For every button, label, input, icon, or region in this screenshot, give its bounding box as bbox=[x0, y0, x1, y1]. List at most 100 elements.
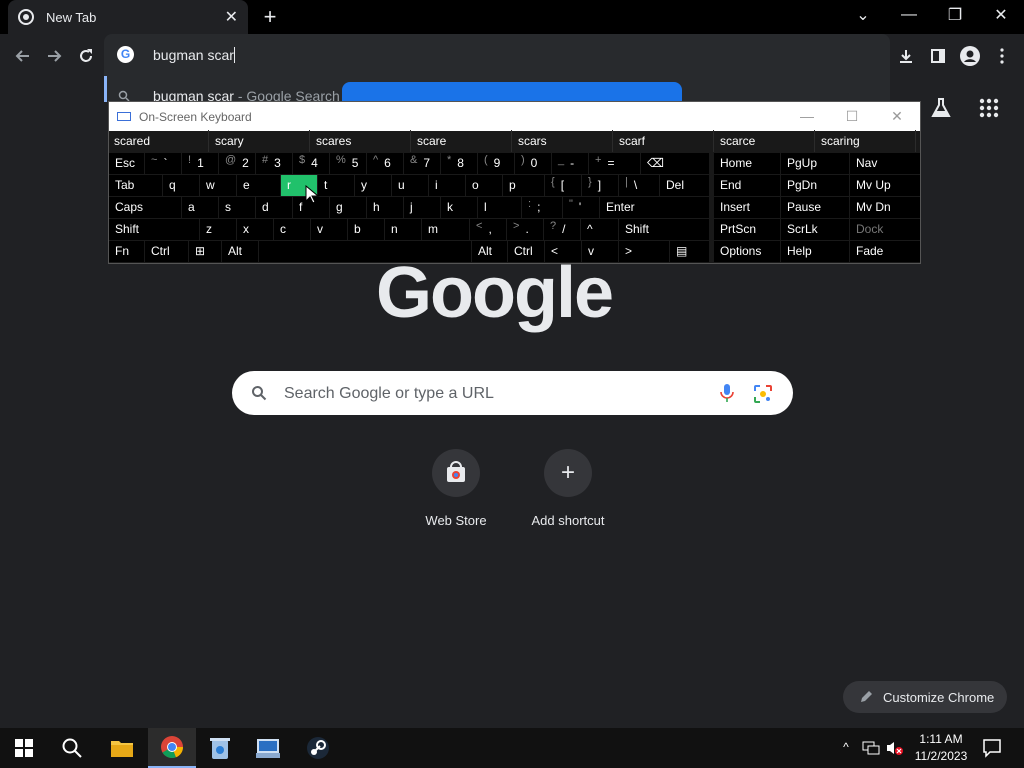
osk-side-key[interactable]: ScrLk bbox=[781, 219, 849, 240]
osk-side-key[interactable]: Mv Up bbox=[850, 175, 920, 196]
profile-avatar-icon[interactable] bbox=[958, 44, 982, 68]
osk-side-key[interactable]: Insert bbox=[714, 197, 780, 218]
osk-key[interactable]: :; bbox=[522, 197, 562, 218]
osk-key[interactable]: @2 bbox=[219, 153, 255, 174]
osk-key[interactable]: q bbox=[163, 175, 199, 196]
taskbar-steam[interactable] bbox=[294, 728, 342, 768]
osk-key[interactable]: m bbox=[422, 219, 469, 240]
download-icon[interactable] bbox=[894, 44, 918, 68]
osk-key[interactable]: }] bbox=[582, 175, 618, 196]
osk-key[interactable]: ) 0 bbox=[515, 153, 551, 174]
notification-center-icon[interactable] bbox=[982, 738, 1002, 758]
osk-key[interactable]: z bbox=[200, 219, 236, 240]
new-tab-button[interactable]: + bbox=[258, 4, 282, 30]
taskbar-search-button[interactable] bbox=[48, 728, 96, 768]
osk-key[interactable]: " ' bbox=[563, 197, 599, 218]
shortcut-web-store[interactable] bbox=[432, 449, 480, 497]
osk-key[interactable]: Alt bbox=[472, 241, 507, 262]
restore-button[interactable]: ❐ bbox=[932, 0, 978, 30]
start-button[interactable] bbox=[0, 728, 48, 768]
osk-prediction[interactable]: scared bbox=[108, 130, 209, 152]
osk-key[interactable]: _ - bbox=[552, 153, 588, 174]
osk-key[interactable]: s bbox=[219, 197, 255, 218]
close-window-button[interactable]: ✕ bbox=[978, 0, 1024, 30]
osk-key[interactable]: Ctrl bbox=[145, 241, 188, 262]
labs-flask-icon[interactable] bbox=[930, 97, 954, 121]
osk-key[interactable]: & 7 bbox=[404, 153, 440, 174]
osk-close-button[interactable]: ✕ bbox=[882, 104, 912, 128]
back-icon[interactable] bbox=[10, 44, 36, 68]
osk-key[interactable]: t bbox=[318, 175, 354, 196]
osk-key[interactable]: ▤ bbox=[670, 241, 709, 262]
osk-key[interactable]: #3 bbox=[256, 153, 292, 174]
osk-key[interactable]: h bbox=[367, 197, 403, 218]
osk-key[interactable]: x bbox=[237, 219, 273, 240]
taskbar-chrome[interactable] bbox=[148, 728, 196, 768]
osk-key[interactable]: b bbox=[348, 219, 384, 240]
google-apps-icon[interactable] bbox=[978, 97, 1002, 121]
osk-key[interactable]: Esc bbox=[109, 153, 144, 174]
volume-muted-icon[interactable] bbox=[886, 740, 904, 756]
osk-side-key[interactable]: Nav bbox=[850, 153, 920, 174]
shortcut-label[interactable]: Add shortcut bbox=[513, 513, 623, 528]
voice-search-icon[interactable] bbox=[719, 383, 735, 403]
osk-key[interactable]: ? / bbox=[544, 219, 580, 240]
ntp-search-placeholder[interactable]: Search Google or type a URL bbox=[284, 385, 494, 403]
osk-key[interactable]: g bbox=[330, 197, 366, 218]
osk-key[interactable]: i bbox=[429, 175, 465, 196]
reload-icon[interactable] bbox=[73, 44, 99, 68]
osk-key[interactable]: >. bbox=[507, 219, 543, 240]
osk-key[interactable]: <, bbox=[470, 219, 506, 240]
osk-key[interactable]: k bbox=[441, 197, 477, 218]
tab-new-tab[interactable]: New Tab ✕ bbox=[8, 0, 248, 34]
osk-key[interactable]: p bbox=[503, 175, 544, 196]
osk-prediction[interactable]: scary bbox=[209, 130, 310, 152]
shortcut-label[interactable]: Web Store bbox=[401, 513, 511, 528]
osk-side-key[interactable]: PrtScn bbox=[714, 219, 780, 240]
osk-side-key[interactable]: Pause bbox=[781, 197, 849, 218]
tab-search-icon[interactable]: ⌄ bbox=[840, 0, 886, 30]
taskbar-clock[interactable]: 1:11 AM 11/2/2023 bbox=[910, 731, 972, 765]
osk-key[interactable] bbox=[259, 241, 471, 262]
network-icon[interactable] bbox=[862, 740, 880, 756]
osk-key[interactable]: ⊞ bbox=[189, 241, 221, 262]
add-shortcut-button[interactable]: + bbox=[544, 449, 592, 497]
osk-key[interactable]: > bbox=[619, 241, 669, 262]
osk-key[interactable]: Shift bbox=[619, 219, 709, 240]
taskbar-app-recycle[interactable] bbox=[196, 728, 244, 768]
tab-close-icon[interactable]: ✕ bbox=[225, 7, 238, 27]
tray-chevron-up-icon[interactable]: ^ bbox=[838, 740, 854, 756]
osk-key[interactable]: ^ bbox=[581, 219, 618, 240]
osk-key[interactable]: (9 bbox=[478, 153, 514, 174]
osk-maximize-button[interactable]: ☐ bbox=[837, 104, 867, 128]
customize-chrome-button[interactable]: Customize Chrome bbox=[843, 681, 1007, 713]
osk-key[interactable]: ! 1 bbox=[182, 153, 218, 174]
forward-icon[interactable] bbox=[41, 44, 67, 68]
osk-key[interactable]: ^ 6 bbox=[367, 153, 403, 174]
osk-key[interactable]: v bbox=[582, 241, 618, 262]
taskbar-app-keyboard[interactable] bbox=[244, 728, 292, 768]
osk-key[interactable]: Shift bbox=[109, 219, 199, 240]
osk-key[interactable]: Ctrl bbox=[508, 241, 544, 262]
osk-side-key[interactable]: Options bbox=[714, 241, 780, 262]
osk-side-key[interactable]: Fade bbox=[850, 241, 920, 262]
osk-key[interactable]: + = bbox=[589, 153, 640, 174]
osk-key[interactable]: Del bbox=[660, 175, 709, 196]
osk-key[interactable]: a bbox=[182, 197, 218, 218]
osk-prediction[interactable]: scarce bbox=[714, 130, 815, 152]
osk-key[interactable]: {[ bbox=[545, 175, 581, 196]
osk-prediction[interactable]: scare bbox=[411, 130, 512, 152]
osk-side-key[interactable]: Mv Dn bbox=[850, 197, 920, 218]
omnibox-text[interactable]: bugman scar bbox=[153, 47, 235, 63]
osk-key[interactable]: e bbox=[237, 175, 280, 196]
osk-key[interactable]: $4 bbox=[293, 153, 329, 174]
osk-key[interactable]: Caps bbox=[109, 197, 181, 218]
osk-minimize-button[interactable]: — bbox=[792, 104, 822, 128]
osk-side-key[interactable]: PgUp bbox=[781, 153, 849, 174]
side-panel-icon[interactable] bbox=[926, 44, 950, 68]
osk-side-key[interactable]: Dock bbox=[850, 219, 920, 240]
osk-key[interactable]: o bbox=[466, 175, 502, 196]
osk-key[interactable]: l bbox=[478, 197, 521, 218]
osk-side-key[interactable]: PgDn bbox=[781, 175, 849, 196]
osk-key[interactable]: y bbox=[355, 175, 391, 196]
